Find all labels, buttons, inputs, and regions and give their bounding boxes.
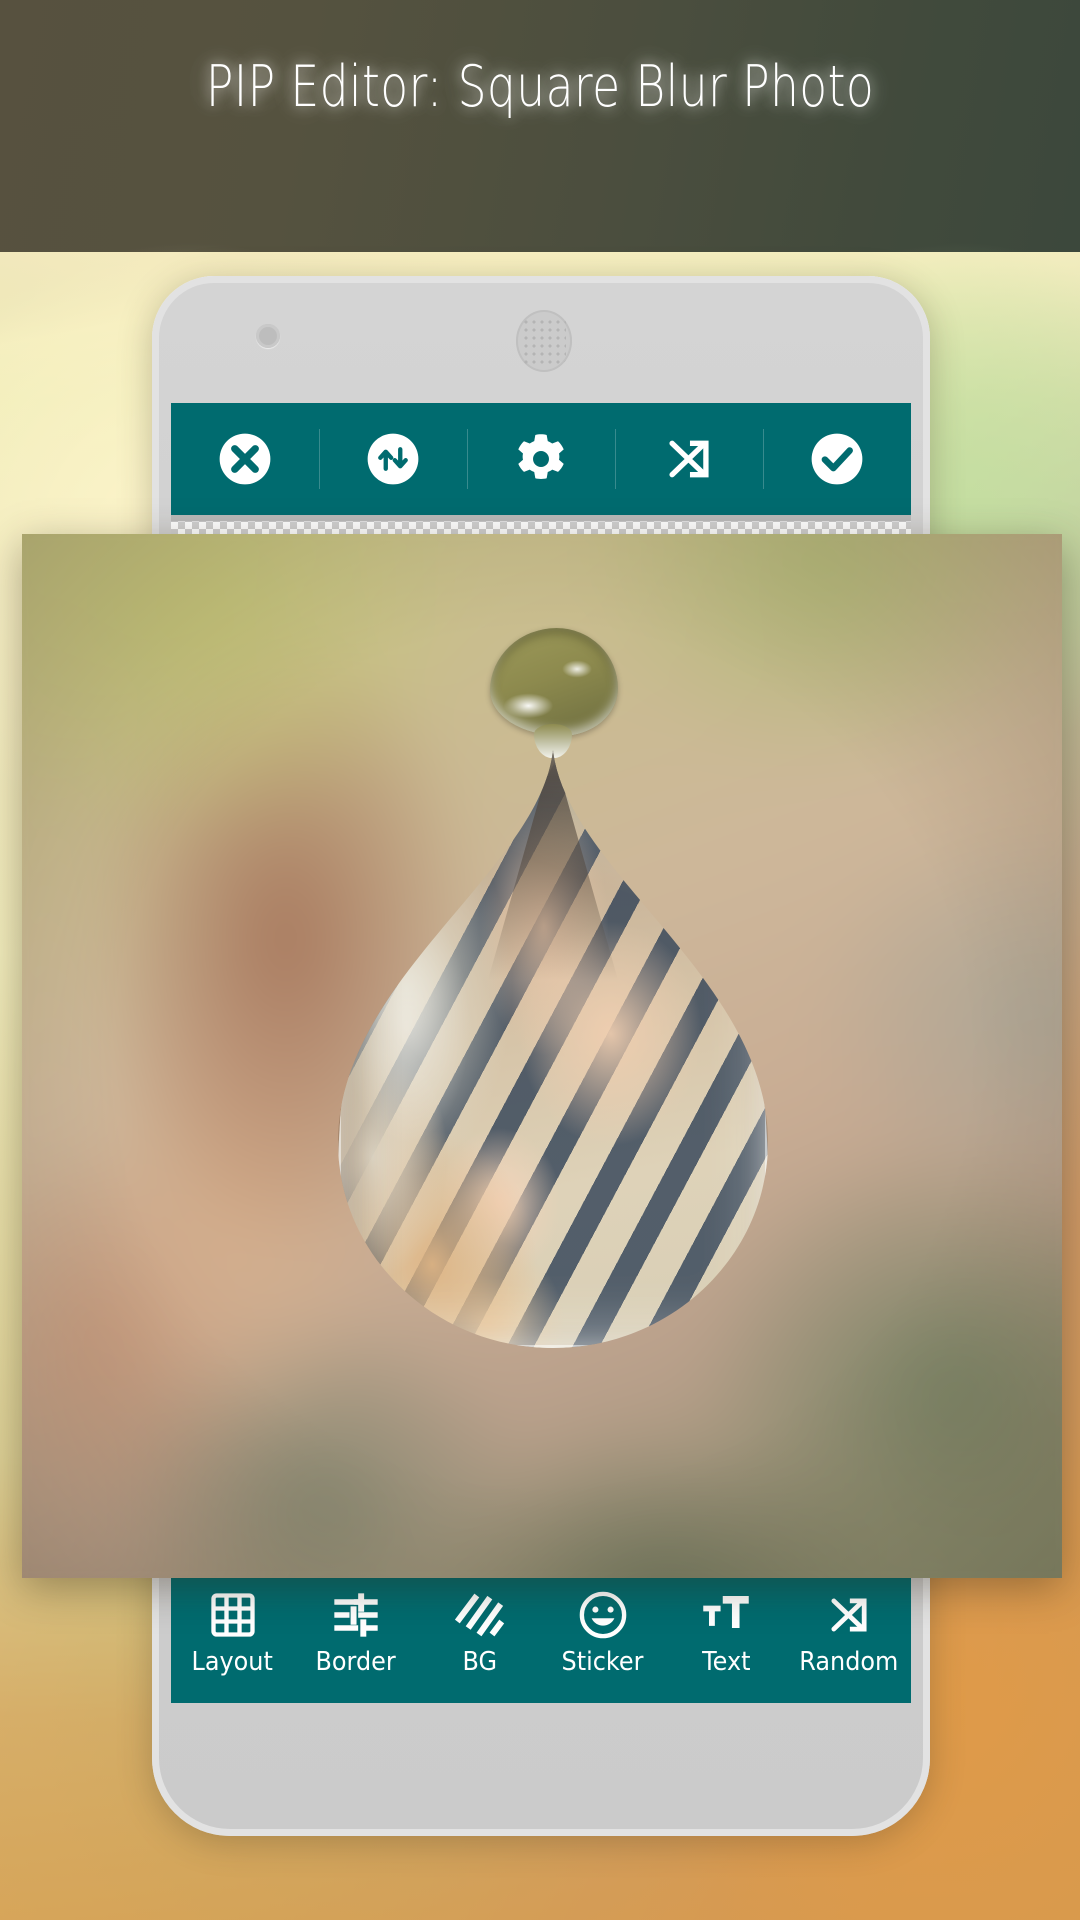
gear-icon xyxy=(518,434,564,479)
sliders-icon xyxy=(334,1593,378,1637)
speaker-grille-icon xyxy=(516,310,572,372)
close-button[interactable] xyxy=(171,403,319,515)
close-circle-icon xyxy=(219,433,271,485)
water-splash-icon xyxy=(490,628,618,736)
swap-vertical-circle-icon xyxy=(367,433,419,485)
tool-sticker[interactable]: Sticker xyxy=(541,1561,664,1703)
tool-random[interactable]: Random xyxy=(788,1561,911,1703)
swap-button[interactable] xyxy=(319,403,467,515)
tool-bg[interactable]: BG xyxy=(418,1561,541,1703)
water-drop-shape[interactable] xyxy=(338,750,768,1348)
water-drop-pip[interactable] xyxy=(338,628,768,1348)
tool-label: Random xyxy=(799,1647,899,1677)
header-banner: PIP Editor: Square Blur Photo xyxy=(0,0,1080,252)
tool-label: BG xyxy=(462,1647,497,1677)
page-title: PIP Editor: Square Blur Photo xyxy=(205,54,875,120)
done-button[interactable] xyxy=(763,403,911,515)
tool-label: Sticker xyxy=(561,1647,644,1677)
tool-label: Border xyxy=(315,1647,397,1677)
edited-photo-canvas[interactable] xyxy=(22,534,1062,1578)
grid-icon xyxy=(210,1593,255,1637)
check-circle-icon xyxy=(811,433,863,485)
top-toolbar xyxy=(171,403,911,515)
tool-layout[interactable]: Layout xyxy=(171,1561,294,1703)
shuffle-button[interactable] xyxy=(615,403,763,515)
tool-label: Text xyxy=(701,1647,751,1677)
smiley-icon xyxy=(579,1591,626,1639)
text-size-icon xyxy=(703,1596,749,1628)
diagonal-stripes-icon xyxy=(455,1593,505,1637)
settings-button[interactable] xyxy=(467,403,615,515)
bottom-toolbar: Layout Border BG Sticker Text Random xyxy=(171,1561,911,1703)
shuffle-icon xyxy=(831,1598,867,1632)
water-drop-glass-overlay xyxy=(338,750,768,1348)
camera-dot-icon xyxy=(256,324,280,348)
tool-border[interactable]: Border xyxy=(294,1561,417,1703)
tool-text[interactable]: Text xyxy=(664,1561,787,1703)
screenshot-root: PIP Editor: Square Blur Photo Layout Bor… xyxy=(0,0,1080,1920)
shuffle-icon xyxy=(669,440,709,478)
tool-label: Layout xyxy=(192,1647,274,1677)
